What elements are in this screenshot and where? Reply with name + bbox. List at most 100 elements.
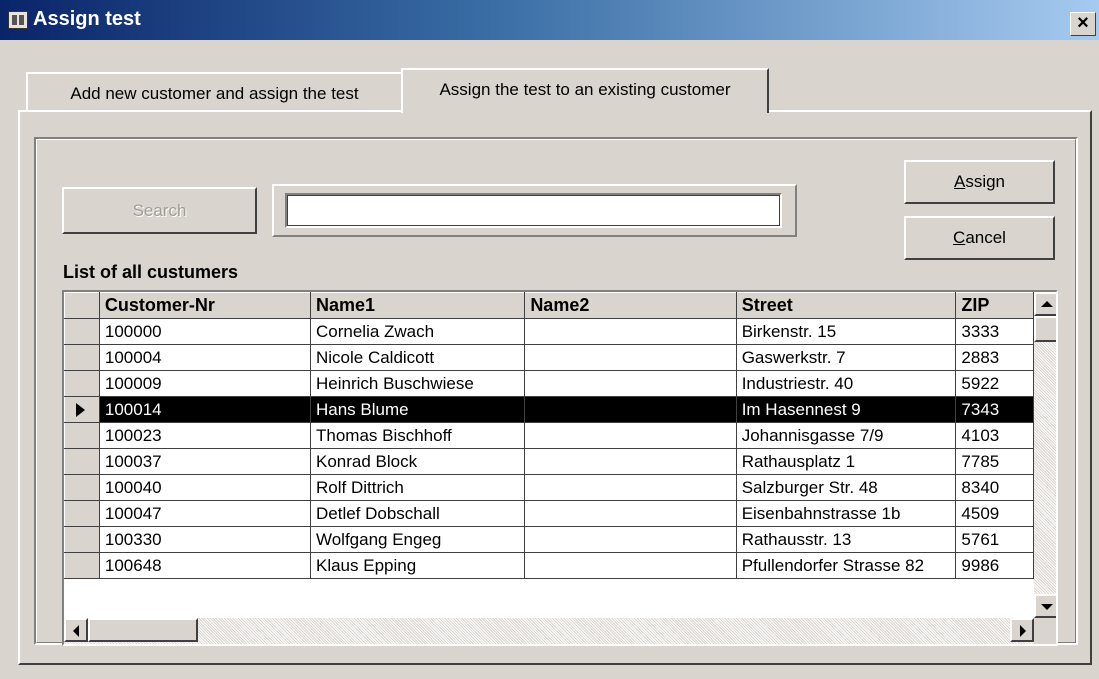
tab-add-new-customer[interactable]: Add new customer and assign the test bbox=[26, 72, 401, 110]
search-input[interactable] bbox=[285, 193, 782, 228]
assign-button[interactable]: Assign bbox=[904, 160, 1055, 204]
table-cell[interactable]: 5761 bbox=[955, 526, 1034, 553]
column-header[interactable]: Name2 bbox=[524, 292, 737, 319]
table-cell[interactable]: Johannisgasse 7/9 bbox=[736, 422, 957, 449]
table-cell[interactable]: 4509 bbox=[955, 500, 1034, 527]
table-cell[interactable]: Birkenstr. 15 bbox=[736, 318, 957, 345]
row-selector[interactable] bbox=[64, 552, 100, 579]
table-cell[interactable]: 100004 bbox=[99, 344, 311, 371]
row-selector[interactable] bbox=[64, 370, 100, 397]
assign-test-dialog: Assign test × Add new customer and assig… bbox=[0, 0, 1099, 679]
table-row[interactable]: 100648 Klaus Epping Pfullendorfer Strasse … bbox=[64, 552, 1034, 579]
scroll-right-arrow-icon[interactable] bbox=[1010, 618, 1034, 642]
scroll-left-arrow-icon[interactable] bbox=[64, 618, 88, 642]
table-cell[interactable] bbox=[524, 500, 737, 527]
vertical-scrollbar[interactable] bbox=[1034, 292, 1056, 618]
row-selector[interactable] bbox=[64, 448, 100, 475]
table-cell[interactable]: 8340 bbox=[955, 474, 1034, 501]
table-cell[interactable]: Rathausplatz 1 bbox=[736, 448, 957, 475]
table-cell[interactable]: Klaus Epping bbox=[310, 552, 526, 579]
table-row[interactable]: 100000 Cornelia Zwach Birkenstr. 15 3333 bbox=[64, 318, 1034, 345]
table-cell[interactable]: Thomas Bischhoff bbox=[310, 422, 526, 449]
table-cell[interactable]: Cornelia Zwach bbox=[310, 318, 526, 345]
table-cell[interactable]: 3333 bbox=[955, 318, 1034, 345]
table-cell[interactable]: Rathausstr. 13 bbox=[736, 526, 957, 553]
close-button[interactable]: × bbox=[1070, 12, 1096, 36]
row-selector[interactable] bbox=[64, 474, 100, 501]
row-selector[interactable] bbox=[64, 396, 100, 423]
table-cell[interactable]: 100037 bbox=[99, 448, 311, 475]
table-cell[interactable]: 100023 bbox=[99, 422, 311, 449]
table-cell[interactable]: 9986 bbox=[955, 552, 1034, 579]
table-cell[interactable]: Eisenbahnstrasse 1b bbox=[736, 500, 957, 527]
table-cell[interactable] bbox=[524, 318, 737, 345]
table-cell[interactable]: 100040 bbox=[99, 474, 311, 501]
vertical-scroll-thumb[interactable] bbox=[1034, 316, 1056, 342]
table-cell[interactable]: 100047 bbox=[99, 500, 311, 527]
row-selector[interactable] bbox=[64, 500, 100, 527]
customer-table: Customer-Nr Name1 Name2 Street ZIP 10000… bbox=[64, 292, 1034, 579]
table-cell[interactable]: 100648 bbox=[99, 552, 311, 579]
table-cell[interactable]: 100000 bbox=[99, 318, 311, 345]
customer-grid[interactable]: Customer-Nr Name1 Name2 Street ZIP 10000… bbox=[62, 290, 1058, 646]
horizontal-scroll-thumb[interactable] bbox=[88, 618, 198, 642]
table-row[interactable]: 100040 Rolf Dittrich Salzburger Str. 48 834… bbox=[64, 474, 1034, 501]
table-row[interactable]: 100047 Detlef Dobschall Eisenbahnstrasse 1… bbox=[64, 500, 1034, 527]
table-cell[interactable]: 100009 bbox=[99, 370, 311, 397]
scroll-down-arrow-icon[interactable] bbox=[1034, 594, 1056, 618]
row-selector[interactable] bbox=[64, 526, 100, 553]
table-row[interactable]: 100014 Hans Blume Im Hasennest 9 7343 bbox=[64, 396, 1034, 423]
table-cell[interactable]: Konrad Block bbox=[310, 448, 526, 475]
header-row: Customer-Nr Name1 Name2 Street ZIP bbox=[64, 292, 1034, 319]
table-cell[interactable]: Rolf Dittrich bbox=[310, 474, 526, 501]
table-row[interactable]: 100330 Wolfgang Engeg Rathausstr. 13 5761 bbox=[64, 526, 1034, 553]
table-cell[interactable]: Nicole Caldicott bbox=[310, 344, 526, 371]
search-button[interactable]: Search bbox=[62, 187, 257, 234]
title-bar[interactable]: Assign test × bbox=[0, 0, 1099, 40]
row-selector[interactable] bbox=[64, 344, 100, 371]
row-selector[interactable] bbox=[64, 318, 100, 345]
column-header[interactable]: ZIP bbox=[955, 292, 1034, 319]
table-cell[interactable] bbox=[524, 552, 737, 579]
table-cell[interactable] bbox=[524, 526, 737, 553]
table-cell[interactable]: Gaswerkstr. 7 bbox=[736, 344, 957, 371]
table-row[interactable]: 100009 Heinrich Buschwiese Industriestr. 4… bbox=[64, 370, 1034, 397]
table-cell[interactable]: 5922 bbox=[955, 370, 1034, 397]
table-cell[interactable]: 7343 bbox=[955, 396, 1034, 423]
table-cell[interactable]: Detlef Dobschall bbox=[310, 500, 526, 527]
table-cell[interactable]: Im Hasennest 9 bbox=[736, 396, 957, 423]
table-cell[interactable]: 100330 bbox=[99, 526, 311, 553]
column-header[interactable]: Street bbox=[735, 292, 957, 319]
table-cell[interactable]: 100014 bbox=[99, 396, 311, 423]
table-cell[interactable] bbox=[524, 396, 737, 423]
assign-label-rest: ssign bbox=[965, 172, 1006, 191]
column-header[interactable]: Customer-Nr bbox=[98, 292, 311, 319]
table-cell[interactable] bbox=[524, 344, 737, 371]
app-book-icon bbox=[8, 11, 28, 29]
assign-accel-key: A bbox=[953, 172, 966, 191]
column-header[interactable]: Name1 bbox=[309, 292, 526, 319]
table-cell[interactable] bbox=[524, 448, 737, 475]
table-cell[interactable]: 7785 bbox=[955, 448, 1034, 475]
table-cell[interactable]: 2883 bbox=[955, 344, 1034, 371]
table-cell[interactable]: Pfullendorfer Strasse 82 bbox=[736, 552, 957, 579]
row-header-corner bbox=[64, 292, 100, 319]
tab-assign-existing-customer[interactable]: Assign the test to an existing customer bbox=[401, 68, 769, 113]
table-row[interactable]: 100004 Nicole Caldicott Gaswerkstr. 7 2883 bbox=[64, 344, 1034, 371]
table-cell[interactable] bbox=[524, 370, 737, 397]
table-cell[interactable]: Hans Blume bbox=[310, 396, 526, 423]
table-cell[interactable]: Industriestr. 40 bbox=[736, 370, 957, 397]
scroll-up-arrow-icon[interactable] bbox=[1034, 292, 1056, 316]
table-cell[interactable] bbox=[524, 422, 737, 449]
row-selector[interactable] bbox=[64, 422, 100, 449]
table-row[interactable]: 100023 Thomas Bischhoff Johannisgasse 7/9 4… bbox=[64, 422, 1034, 449]
table-row[interactable]: 100037 Konrad Block Rathausplatz 1 7785 bbox=[64, 448, 1034, 475]
horizontal-scrollbar[interactable] bbox=[64, 618, 1034, 644]
table-cell[interactable]: Salzburger Str. 48 bbox=[736, 474, 957, 501]
cancel-accel-key: C bbox=[953, 228, 966, 247]
table-cell[interactable]: 4103 bbox=[955, 422, 1034, 449]
table-cell[interactable]: Heinrich Buschwiese bbox=[310, 370, 526, 397]
table-cell[interactable] bbox=[524, 474, 737, 501]
cancel-button[interactable]: Cancel bbox=[904, 216, 1055, 260]
table-cell[interactable]: Wolfgang Engeg bbox=[310, 526, 526, 553]
